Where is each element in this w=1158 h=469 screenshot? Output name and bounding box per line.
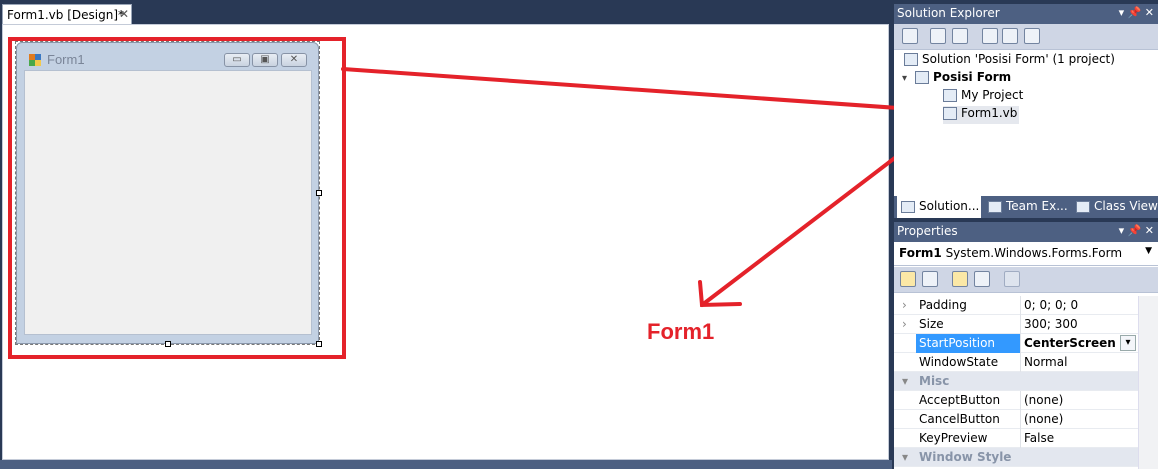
- tab-label: Team Ex...: [1006, 199, 1068, 213]
- chevron-down-icon[interactable]: ▾: [1120, 335, 1136, 351]
- property-name: Size: [919, 317, 944, 331]
- chevron-down-icon[interactable]: ▼: [1145, 246, 1152, 256]
- tree-item-label: Solution 'Posisi Form' (1 project): [922, 52, 1115, 66]
- property-name: AcceptButton: [919, 393, 1001, 407]
- property-value[interactable]: (none): [1024, 412, 1063, 426]
- solution-explorer-panel: Solution Explorer ▾ 📌 ✕ Solution 'Posisi…: [894, 4, 1158, 218]
- solution-explorer-icon: [901, 200, 915, 213]
- column-divider: [1020, 391, 1021, 410]
- property-category-row[interactable]: ▾ Misc: [894, 372, 1158, 391]
- selected-object-type: System.Windows.Forms.Form: [945, 246, 1123, 260]
- properties-toolbar: [894, 267, 1158, 293]
- class-diagram-icon[interactable]: [1024, 28, 1040, 44]
- tab-label: Solution...: [919, 199, 980, 213]
- property-value[interactable]: 300; 300: [1024, 317, 1078, 331]
- solution-explorer-title-text: Solution Explorer: [897, 6, 1000, 20]
- property-pages-icon: [1004, 271, 1020, 287]
- property-value[interactable]: Normal: [1024, 355, 1067, 369]
- column-divider: [1020, 429, 1021, 448]
- view-code-icon[interactable]: [982, 28, 998, 44]
- column-divider: [1020, 353, 1021, 372]
- property-name: Window Style: [919, 450, 1012, 464]
- tab-label: Class View: [1094, 199, 1158, 213]
- chevron-down-icon[interactable]: ▾: [902, 73, 907, 84]
- tree-item-label: Posisi Form: [933, 70, 1012, 84]
- properties-title: Properties ▾ 📌 ✕: [894, 222, 1158, 242]
- property-value[interactable]: CenterScreen: [1024, 336, 1116, 350]
- property-name: CancelButton: [919, 412, 1000, 426]
- tree-item-label: Form1.vb: [961, 106, 1018, 120]
- tree-item-solution[interactable]: Solution 'Posisi Form' (1 project): [904, 52, 1115, 70]
- panel-title-buttons[interactable]: ▾ 📌 ✕: [1119, 6, 1154, 19]
- property-name: StartPosition: [919, 336, 996, 350]
- properties-icon[interactable]: [902, 28, 918, 44]
- expander-icon[interactable]: ▾: [902, 450, 908, 464]
- property-name: Padding: [919, 298, 967, 312]
- show-all-files-icon[interactable]: [930, 28, 946, 44]
- object-selector[interactable]: Form1 System.Windows.Forms.Form ▼: [894, 242, 1158, 266]
- properties-title-text: Properties: [897, 224, 958, 238]
- property-row[interactable]: WindowState Normal: [894, 353, 1158, 372]
- property-row[interactable]: KeyPreview False: [894, 429, 1158, 448]
- column-divider: [1020, 334, 1021, 353]
- tab-solution-explorer[interactable]: Solution...: [897, 196, 981, 218]
- expander-icon[interactable]: ›: [902, 298, 907, 312]
- property-row[interactable]: CancelButton (none): [894, 410, 1158, 429]
- solution-explorer-title: Solution Explorer ▾ 📌 ✕: [894, 4, 1158, 24]
- solution-explorer-tabs: Solution... Team Ex... Class View: [894, 196, 1158, 218]
- view-designer-icon[interactable]: [1002, 28, 1018, 44]
- property-row[interactable]: › Size 300; 300: [894, 315, 1158, 334]
- property-name: WindowState: [919, 355, 999, 369]
- form-file-icon: [943, 107, 957, 120]
- property-value[interactable]: (none): [1024, 393, 1063, 407]
- categorized-icon[interactable]: [900, 271, 916, 287]
- tree-item-form1[interactable]: Form1.vb: [943, 106, 1020, 124]
- property-row[interactable]: AcceptButton (none): [894, 391, 1158, 410]
- refresh-icon[interactable]: [952, 28, 968, 44]
- property-row[interactable]: StartPosition CenterScreen ▾: [894, 334, 1158, 353]
- column-divider: [1020, 315, 1021, 334]
- vb-project-icon: [915, 71, 930, 84]
- expander-icon[interactable]: ›: [902, 317, 907, 331]
- tree-item-my-project[interactable]: My Project: [943, 88, 1023, 106]
- property-value[interactable]: False: [1024, 431, 1054, 445]
- property-name: KeyPreview: [919, 431, 988, 445]
- solution-icon: [904, 53, 918, 66]
- properties-panel: Properties ▾ 📌 ✕ Form1 System.Windows.Fo…: [894, 222, 1158, 469]
- selected-object-name: Form1: [899, 246, 942, 260]
- alphabetical-icon[interactable]: [922, 271, 938, 287]
- annotation-label: Form1: [647, 319, 715, 344]
- tree-item-label: My Project: [961, 88, 1024, 102]
- column-divider: [1020, 410, 1021, 429]
- property-grid-scrollbar[interactable]: [1138, 296, 1158, 469]
- properties-view-icon[interactable]: [952, 271, 968, 287]
- property-name: Misc: [919, 374, 950, 388]
- property-category-row[interactable]: ▾ Window Style: [894, 448, 1158, 467]
- expander-icon[interactable]: ▾: [902, 374, 908, 388]
- column-divider: [1020, 296, 1021, 315]
- panel-title-buttons[interactable]: ▾ 📌 ✕: [1119, 224, 1154, 237]
- class-view-icon: [1076, 200, 1090, 213]
- my-project-icon: [943, 89, 957, 102]
- events-lightning-icon[interactable]: [974, 271, 990, 287]
- property-row[interactable]: › Padding 0; 0; 0; 0: [894, 296, 1158, 315]
- tree-item-project[interactable]: ▾ Posisi Form: [902, 70, 1011, 88]
- tab-team-explorer[interactable]: Team Ex...: [984, 196, 1072, 218]
- tab-class-view[interactable]: Class View: [1072, 196, 1158, 218]
- team-explorer-icon: [988, 200, 1002, 213]
- solution-explorer-toolbar: [894, 24, 1158, 50]
- property-value[interactable]: 0; 0; 0; 0: [1024, 298, 1078, 312]
